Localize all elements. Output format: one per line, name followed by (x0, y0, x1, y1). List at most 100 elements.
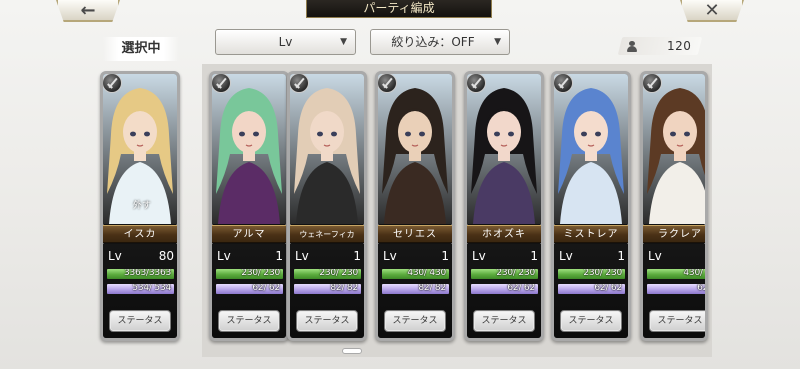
lance-class-icon (554, 74, 573, 93)
level-label: Lv (217, 249, 231, 263)
hp-text: 230/ 230 (496, 269, 535, 278)
hp-text: 230/ 230 (319, 269, 358, 278)
character-stats: Lv 80 3363/3363 534/ 534 ステータス (103, 244, 177, 338)
sort-dropdown-value: Lv (278, 35, 293, 49)
mp-text: 62/ 62 (507, 284, 535, 293)
character-card[interactable]: アルマ Lv 1 230/ 230 62/ 62 ステータス (209, 71, 289, 341)
character-stats: Lv 1 230/ 230 62/ 62 ステータス (467, 244, 541, 338)
scroll-handle[interactable] (342, 348, 362, 354)
character-portrait (467, 74, 541, 224)
hp-bar: 230/ 230 (558, 269, 625, 279)
triangle-down-icon: ▼ (494, 37, 501, 47)
character-name: イスカ (103, 225, 177, 243)
character-portrait (378, 74, 452, 224)
unit-count-value: 120 (667, 39, 692, 53)
level-label: Lv (108, 249, 122, 263)
character-name: セリエス (378, 225, 452, 243)
character-card[interactable]: セリエス Lv 1 430/ 430 82/ 82 ステータス (375, 71, 455, 341)
hp-bar: 3363/3363 (107, 269, 174, 279)
character-portrait (290, 74, 364, 224)
character-stats: Lv 1430/ 4 62/ステータス (643, 244, 708, 338)
hp-text: 230/ 230 (241, 269, 280, 278)
character-card[interactable]: ミストレア Lv 1 230/ 230 62/ 62 ステータス (551, 71, 631, 341)
sword-class-icon (103, 74, 122, 93)
mp-text: 82/ 82 (418, 284, 446, 293)
hp-text: 230/ 230 (583, 269, 622, 278)
status-button[interactable]: ステータス (473, 310, 535, 332)
status-button[interactable]: ステータス (218, 310, 280, 332)
level-value: 1 (530, 249, 538, 263)
level-value: 80 (158, 249, 174, 263)
level-value: 1 (706, 249, 708, 263)
lance-class-icon (212, 74, 231, 93)
mp-bar: 62/ 62 (216, 284, 283, 294)
filter-dropdown[interactable]: 絞り込み：OFF ▼ (370, 29, 510, 55)
lance-class-icon (643, 74, 662, 93)
unit-count: 120 (617, 37, 703, 55)
level-label: Lv (559, 249, 573, 263)
character-stats: Lv 1 230/ 230 62/ 62 ステータス (554, 244, 628, 338)
selected-label: 選択中 (103, 37, 179, 61)
level-value: 1 (353, 249, 361, 263)
page-title: パーティ編成 (306, 0, 492, 18)
character-portrait (554, 74, 628, 224)
mp-bar: 62/ (647, 284, 708, 294)
back-button[interactable]: ← (56, 0, 120, 22)
character-portrait (643, 74, 705, 224)
level-label: Lv (648, 249, 662, 263)
hp-text: 430/ 4 (683, 269, 705, 278)
character-name: ホオズキ (467, 225, 541, 243)
mp-bar: 534/ 534 (107, 284, 174, 294)
close-button[interactable]: ✕ (680, 0, 744, 22)
level-value: 1 (275, 249, 283, 263)
hp-text: 430/ 430 (407, 269, 446, 278)
status-button[interactable]: ステータス (296, 310, 358, 332)
character-stats: Lv 1 430/ 430 82/ 82 ステータス (378, 244, 452, 338)
selected-character-card[interactable]: 外す イスカ Lv 80 3363/3363 534/ 534 ステータス (100, 71, 180, 341)
status-button[interactable]: ステータス (109, 310, 171, 332)
person-icon (627, 41, 637, 52)
triangle-down-icon: ▼ (340, 37, 347, 47)
mp-bar: 62/ 62 (558, 284, 625, 294)
hp-bar: 230/ 230 (294, 269, 361, 279)
mp-text: 534/ 534 (132, 284, 171, 293)
level-label: Lv (472, 249, 486, 263)
level-label: Lv (295, 249, 309, 263)
character-stats: Lv 1 230/ 230 62/ 62 ステータス (212, 244, 286, 338)
status-button[interactable]: ステータス (384, 310, 446, 332)
level-value: 1 (441, 249, 449, 263)
mp-text: 62/ 62 (594, 284, 622, 293)
level-value: 1 (617, 249, 625, 263)
lance-class-icon (378, 74, 397, 93)
character-card[interactable]: ホオズキ Lv 1 230/ 230 62/ 62 ステータス (464, 71, 544, 341)
sort-dropdown[interactable]: Lv ▼ (215, 29, 356, 55)
character-name: ミストレア (554, 225, 628, 243)
character-portrait (212, 74, 286, 224)
hp-text: 3363/3363 (123, 269, 171, 278)
hp-bar: 230/ 230 (216, 269, 283, 279)
character-stats: Lv 1 230/ 230 82/ 82 ステータス (290, 244, 364, 338)
remove-label: 外す (133, 201, 152, 211)
status-button[interactable]: ステータス (649, 310, 705, 332)
mp-text: 82/ 82 (330, 284, 358, 293)
lance-class-icon (467, 74, 486, 93)
left-arrow-icon: ← (80, 0, 96, 21)
lance-class-icon (290, 74, 309, 93)
character-name: アルマ (212, 225, 286, 243)
mp-bar: 82/ 82 (382, 284, 449, 294)
mp-text: 62/ 62 (252, 284, 280, 293)
hp-bar: 230/ 230 (471, 269, 538, 279)
status-button[interactable]: ステータス (560, 310, 622, 332)
character-name: ウェネーフィカ (290, 225, 364, 243)
character-card[interactable]: ラクレア Lv 1430/ 4 62/ステータス (640, 71, 708, 341)
mp-bar: 82/ 82 (294, 284, 361, 294)
mp-text: 62/ (697, 284, 708, 293)
hp-bar: 430/ 4 (647, 269, 705, 279)
character-name: ラクレア (643, 225, 705, 243)
mp-bar: 62/ 62 (471, 284, 538, 294)
close-x-icon: ✕ (704, 0, 720, 21)
character-card[interactable]: ウェネーフィカ Lv 1 230/ 230 82/ 82 ステータス (287, 71, 367, 341)
filter-dropdown-value: 絞り込み：OFF (391, 35, 475, 49)
hp-bar: 430/ 430 (382, 269, 449, 279)
level-label: Lv (383, 249, 397, 263)
